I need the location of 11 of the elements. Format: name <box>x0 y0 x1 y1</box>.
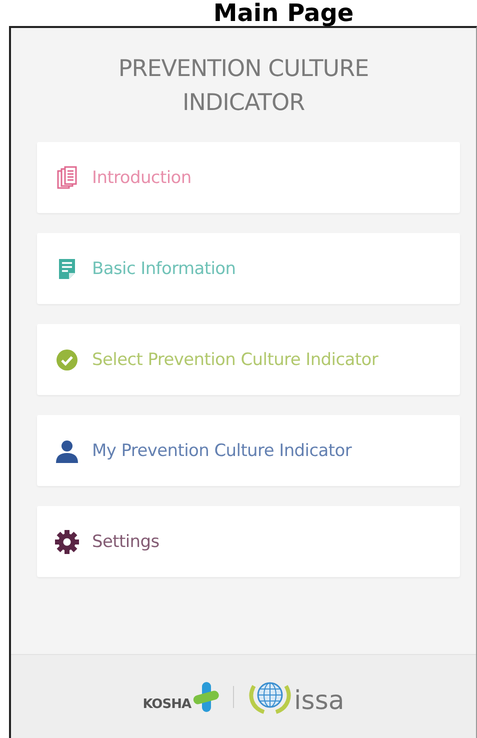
menu-item[interactable]: Select Prevention Culture Indicator <box>37 324 460 395</box>
logo-text: issa <box>294 688 344 714</box>
menu-item[interactable]: Basic Information <box>37 233 460 304</box>
logo-text: KOSHA <box>142 696 192 712</box>
globe-logo-icon <box>248 680 292 714</box>
menu-item[interactable]: My Prevention Culture Indicator <box>37 415 460 486</box>
menu-item[interactable]: Settings <box>37 506 460 577</box>
menu-item[interactable]: Introduction <box>37 142 460 213</box>
plus-logo-icon <box>193 682 220 712</box>
app-title: PREVENTION CULTURE INDICATOR <box>117 55 370 118</box>
page-heading: Main Page <box>212 0 355 26</box>
